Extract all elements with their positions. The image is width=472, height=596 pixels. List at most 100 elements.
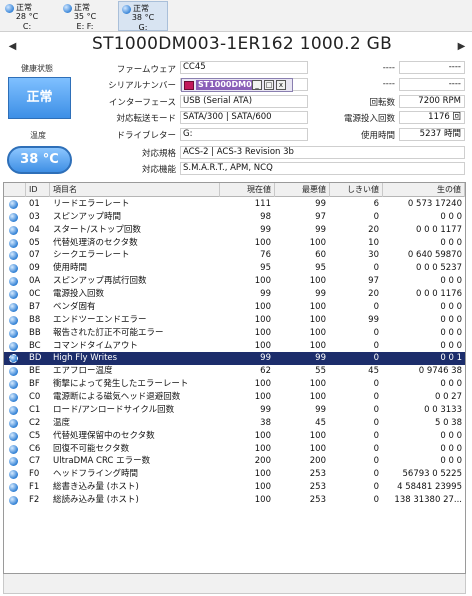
attr-current: 111 xyxy=(254,199,271,209)
features-value: S.M.A.R.T., APM, NCQ xyxy=(180,162,465,175)
attr-raw: 0 9746 38 xyxy=(418,366,462,377)
attr-current: 100 xyxy=(254,443,271,454)
attr-current: 100 xyxy=(254,392,271,403)
table-row[interactable]: BF 衝撃によって発生したエラーレート 100 100 0 0 0 0 xyxy=(4,378,465,391)
attr-raw: 0 0 0 xyxy=(440,379,462,390)
header-raw[interactable]: 生の値 xyxy=(383,183,465,197)
status-dot-icon xyxy=(9,212,18,222)
attr-raw: 0 0 3133 xyxy=(424,404,462,415)
table-row[interactable]: BE エアフロー温度 62 55 45 0 9746 38 xyxy=(4,365,465,378)
attr-worst: 200 xyxy=(309,456,326,467)
drive-tab-c[interactable]: 正常 28 °C C: xyxy=(2,1,52,31)
table-row[interactable]: 07 シークエラーレート 76 60 30 0 640 59870 xyxy=(4,249,465,262)
close-button[interactable]: x xyxy=(276,80,286,90)
attr-raw: 0 0 0 xyxy=(440,456,462,467)
header-id[interactable]: ID xyxy=(26,183,50,197)
table-row[interactable]: F2 総読み込み量 (ホスト) 100 253 0 138 31380 27... xyxy=(4,494,465,507)
attr-id: C2 xyxy=(29,417,41,428)
table-row[interactable]: F0 ヘッドフライング時間 100 253 0 56793 0 5225 xyxy=(4,468,465,481)
attr-raw: 0 0 0 xyxy=(440,276,462,287)
table-row[interactable]: 05 代替処理済のセクタ数 100 100 10 0 0 0 xyxy=(4,237,465,250)
table-row[interactable]: 03 スピンアップ時間 98 97 0 0 0 0 xyxy=(4,211,465,224)
smart-attribute-table[interactable]: ID 項目名 現在値 最悪値 しきい値 生の値 01 リードエラーレート 111 99… xyxy=(3,182,466,574)
attr-raw: 0 573 17240 xyxy=(407,199,462,209)
status-dot-icon xyxy=(9,238,18,248)
header-current[interactable]: 現在値 xyxy=(220,183,275,197)
attr-worst: 100 xyxy=(309,327,326,338)
table-row[interactable]: C0 電源断による磁気ヘッド退避回数 100 100 0 0 0 27 xyxy=(4,391,465,404)
blank-value-1: ---- xyxy=(399,61,465,74)
attr-name: スピンアップ時間 xyxy=(53,211,122,222)
maximize-button[interactable]: □ xyxy=(264,80,274,90)
table-row[interactable]: 04 スタート/ストップ回数 99 99 20 0 0 0 1177 xyxy=(4,224,465,237)
status-dot-icon xyxy=(9,328,18,338)
table-header: ID 項目名 現在値 最悪値 しきい値 生の値 xyxy=(4,183,465,197)
attr-raw: 5 0 38 xyxy=(434,417,462,428)
table-row[interactable]: BB 報告された訂正不可能エラー 100 100 0 0 0 0 xyxy=(4,327,465,340)
attr-name: 代替処理済のセクタ数 xyxy=(53,237,138,248)
attr-id: F0 xyxy=(29,469,40,480)
attr-worst: 95 xyxy=(315,263,326,274)
health-status-button[interactable]: 正常 xyxy=(8,77,71,119)
attr-name: 代替処理保留中のセクタ数 xyxy=(53,430,155,441)
table-row[interactable]: 0C 電源投入回数 99 99 20 0 0 0 1176 xyxy=(4,288,465,301)
drive-tab-g[interactable]: 正常 38 °C G: xyxy=(118,1,168,32)
attr-worst: 100 xyxy=(309,443,326,454)
attr-raw: 0 0 0 xyxy=(440,237,462,248)
table-row[interactable]: BC コマンドタイムアウト 100 100 0 0 0 0 xyxy=(4,340,465,353)
table-row[interactable]: BD High Fly Writes 99 99 0 0 0 1 xyxy=(4,352,465,366)
attr-threshold: 0 xyxy=(373,392,379,403)
firmware-value: CC45 xyxy=(180,61,308,74)
temperature-button[interactable]: 38 °C xyxy=(7,146,72,174)
table-row[interactable]: F1 総書き込み量 (ホスト) 100 253 0 4 58481 23995 xyxy=(4,481,465,494)
attr-threshold: 0 xyxy=(373,417,379,428)
status-dot-icon xyxy=(9,225,18,235)
drive-tab-ef[interactable]: 正常 35 °C E: F: xyxy=(60,1,110,31)
attr-current: 100 xyxy=(254,482,271,493)
prev-drive-button[interactable]: ◀ xyxy=(7,41,18,52)
attr-name: 報告された訂正不可能エラー xyxy=(53,327,164,338)
attr-current: 38 xyxy=(260,417,271,428)
horizontal-scrollbar[interactable] xyxy=(3,574,466,594)
next-drive-button[interactable]: ▶ xyxy=(456,41,467,52)
attr-name: リードエラーレート xyxy=(53,199,130,209)
header-worst[interactable]: 最悪値 xyxy=(275,183,330,197)
table-row[interactable]: C1 ロード/アンロードサイクル回数 99 99 0 0 0 3133 xyxy=(4,404,465,417)
serial-popup-window[interactable]: ST1000DM00 _ □ x xyxy=(181,78,293,92)
attr-current: 98 xyxy=(260,211,271,222)
table-row[interactable]: B7 ベンダ固有 100 100 0 0 0 0 xyxy=(4,301,465,314)
attr-threshold: 0 xyxy=(373,430,379,441)
status-dot-icon xyxy=(9,367,18,377)
status-dot-icon xyxy=(9,496,18,505)
drive-letter: G: xyxy=(138,23,148,32)
attr-threshold: 0 xyxy=(373,263,379,274)
blank-label-2: ---- xyxy=(382,79,395,89)
table-row[interactable]: 09 使用時間 95 95 0 0 0 0 5237 xyxy=(4,262,465,275)
serial-popup-text: ST1000DM00 xyxy=(196,80,260,90)
table-row[interactable]: 0A スピンアップ再試行回数 100 100 97 0 0 0 xyxy=(4,275,465,288)
attr-worst: 253 xyxy=(309,482,326,493)
features-label: 対応機能 xyxy=(141,165,176,175)
drive-temp: 38 °C xyxy=(131,13,155,22)
attr-threshold: 0 xyxy=(373,340,379,351)
table-row[interactable]: 01 リードエラーレート 111 99 6 0 573 17240 xyxy=(4,198,465,211)
attr-id: BB xyxy=(29,327,41,338)
table-row[interactable]: C6 回復不可能セクタ数 100 100 0 0 0 0 xyxy=(4,443,465,456)
attr-worst: 99 xyxy=(315,404,326,415)
attr-current: 100 xyxy=(254,495,271,505)
header-threshold[interactable]: しきい値 xyxy=(330,183,383,197)
table-row[interactable]: C5 代替処理保留中のセクタ数 100 100 0 0 0 0 xyxy=(4,430,465,443)
minimize-button[interactable]: _ xyxy=(252,80,262,90)
attr-id: 0A xyxy=(29,276,41,287)
table-row[interactable]: B8 エンドツーエンドエラー 100 100 99 0 0 0 xyxy=(4,314,465,327)
table-row[interactable]: C2 温度 38 45 0 5 0 38 xyxy=(4,417,465,430)
attr-threshold: 0 xyxy=(373,379,379,390)
attr-id: 05 xyxy=(29,237,40,248)
power-hours-label: 使用時間 xyxy=(360,131,395,141)
drive-temp: 28 °C xyxy=(15,12,39,21)
attr-worst: 100 xyxy=(309,237,326,248)
header-name[interactable]: 項目名 xyxy=(50,183,220,197)
attr-current: 100 xyxy=(254,276,271,287)
table-row[interactable]: C7 UltraDMA CRC エラー数 200 200 0 0 0 0 xyxy=(4,455,465,468)
health-label: 健康状態 xyxy=(21,64,53,73)
